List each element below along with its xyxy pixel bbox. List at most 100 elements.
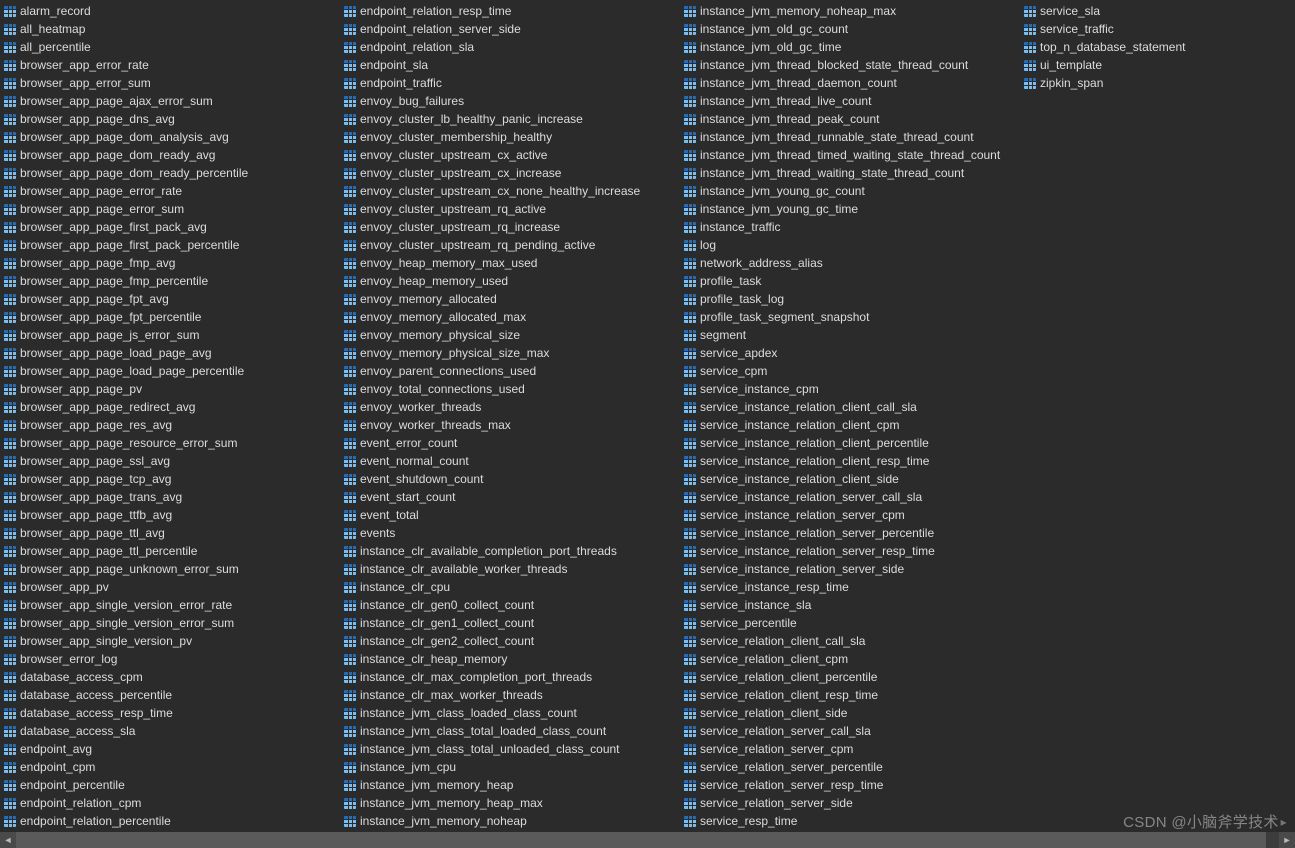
table-item[interactable]: instance_clr_max_worker_threads [344,686,680,704]
table-item[interactable]: service_instance_relation_server_resp_ti… [684,542,1020,560]
table-item[interactable]: envoy_cluster_upstream_cx_none_healthy_i… [344,182,680,200]
table-item[interactable]: browser_app_page_ttl_percentile [4,542,340,560]
table-item[interactable]: browser_app_page_dom_analysis_avg [4,128,340,146]
table-item[interactable]: database_access_resp_time [4,704,340,722]
table-item[interactable]: service_relation_client_percentile [684,668,1020,686]
table-item[interactable]: browser_app_page_error_sum [4,200,340,218]
table-item[interactable]: browser_app_single_version_error_sum [4,614,340,632]
table-item[interactable]: database_access_sla [4,722,340,740]
table-item[interactable]: browser_app_page_redirect_avg [4,398,340,416]
table-item[interactable]: browser_app_single_version_error_rate [4,596,340,614]
table-item[interactable]: instance_clr_cpu [344,578,680,596]
table-item[interactable]: instance_jvm_class_total_loaded_class_co… [344,722,680,740]
table-item[interactable]: envoy_cluster_upstream_cx_increase [344,164,680,182]
table-item[interactable]: log [684,236,1020,254]
table-item[interactable]: endpoint_avg [4,740,340,758]
table-item[interactable]: browser_app_page_fpt_avg [4,290,340,308]
table-item[interactable]: service_relation_client_call_sla [684,632,1020,650]
table-item[interactable]: envoy_heap_memory_max_used [344,254,680,272]
table-item[interactable]: browser_app_page_first_pack_avg [4,218,340,236]
table-item[interactable]: endpoint_relation_percentile [4,812,340,830]
table-item[interactable]: service_sla [1024,2,1295,20]
table-item[interactable]: service_relation_client_resp_time [684,686,1020,704]
table-item[interactable]: instance_jvm_thread_timed_waiting_state_… [684,146,1020,164]
table-item[interactable]: envoy_bug_failures [344,92,680,110]
table-item[interactable]: event_normal_count [344,452,680,470]
table-item[interactable]: browser_app_page_error_rate [4,182,340,200]
table-item[interactable]: service_relation_server_percentile [684,758,1020,776]
table-item[interactable]: browser_app_page_tcp_avg [4,470,340,488]
table-item[interactable]: endpoint_traffic [344,74,680,92]
table-item[interactable]: service_instance_relation_client_call_sl… [684,398,1020,416]
table-item[interactable]: service_relation_client_side [684,704,1020,722]
table-item[interactable]: instance_clr_available_completion_port_t… [344,542,680,560]
table-item[interactable]: instance_clr_gen2_collect_count [344,632,680,650]
table-item[interactable]: events [344,524,680,542]
scroll-track[interactable] [16,832,1279,848]
table-item[interactable]: network_address_alias [684,254,1020,272]
table-item[interactable]: browser_app_page_ajax_error_sum [4,92,340,110]
table-item[interactable]: envoy_parent_connections_used [344,362,680,380]
table-item[interactable]: instance_jvm_cpu [344,758,680,776]
scroll-left-button[interactable]: ◄ [0,832,16,848]
table-item[interactable]: browser_app_page_dom_ready_avg [4,146,340,164]
table-item[interactable]: envoy_cluster_upstream_rq_increase [344,218,680,236]
table-item[interactable]: service_instance_relation_client_percent… [684,434,1020,452]
table-item[interactable]: envoy_cluster_upstream_cx_active [344,146,680,164]
table-item[interactable]: envoy_cluster_upstream_rq_active [344,200,680,218]
table-item[interactable]: service_relation_server_call_sla [684,722,1020,740]
table-item[interactable]: service_instance_relation_client_resp_ti… [684,452,1020,470]
table-item[interactable]: service_instance_relation_server_cpm [684,506,1020,524]
table-item[interactable]: profile_task_segment_snapshot [684,308,1020,326]
table-item[interactable]: instance_jvm_old_gc_time [684,38,1020,56]
table-item[interactable]: envoy_memory_allocated [344,290,680,308]
table-item[interactable]: browser_app_error_rate [4,56,340,74]
table-item[interactable]: instance_jvm_memory_noheap [344,812,680,830]
table-item[interactable]: browser_app_page_js_error_sum [4,326,340,344]
table-item[interactable]: instance_jvm_thread_waiting_state_thread… [684,164,1020,182]
table-item[interactable]: endpoint_relation_sla [344,38,680,56]
table-item[interactable]: event_total [344,506,680,524]
table-item[interactable]: endpoint_sla [344,56,680,74]
table-item[interactable]: browser_app_page_unknown_error_sum [4,560,340,578]
table-item[interactable]: envoy_worker_threads_max [344,416,680,434]
table-item[interactable]: envoy_memory_physical_size_max [344,344,680,362]
table-item[interactable]: service_instance_relation_client_cpm [684,416,1020,434]
table-item[interactable]: service_relation_server_side [684,794,1020,812]
table-item[interactable]: service_instance_cpm [684,380,1020,398]
table-item[interactable]: service_instance_sla [684,596,1020,614]
table-item[interactable]: database_access_cpm [4,668,340,686]
table-item[interactable]: zipkin_span [1024,74,1295,92]
table-item[interactable]: segment [684,326,1020,344]
table-item[interactable]: instance_jvm_thread_runnable_state_threa… [684,128,1020,146]
table-item[interactable]: instance_jvm_thread_peak_count [684,110,1020,128]
table-item[interactable]: browser_app_page_first_pack_percentile [4,236,340,254]
table-item[interactable]: instance_traffic [684,218,1020,236]
table-item[interactable]: ui_template [1024,56,1295,74]
scroll-right-button[interactable]: ► [1279,832,1295,848]
table-item[interactable]: browser_app_page_resource_error_sum [4,434,340,452]
table-item[interactable]: browser_app_single_version_pv [4,632,340,650]
table-item[interactable]: event_error_count [344,434,680,452]
table-item[interactable]: envoy_worker_threads [344,398,680,416]
table-item[interactable]: alarm_record [4,2,340,20]
table-item[interactable]: service_relation_server_resp_time [684,776,1020,794]
table-item[interactable]: instance_jvm_old_gc_count [684,20,1020,38]
table-item[interactable]: browser_app_page_dns_avg [4,110,340,128]
table-item[interactable]: endpoint_relation_server_side [344,20,680,38]
table-item[interactable]: browser_app_page_fmp_avg [4,254,340,272]
table-item[interactable]: browser_app_page_ssl_avg [4,452,340,470]
table-item[interactable]: event_start_count [344,488,680,506]
table-item[interactable]: event_shutdown_count [344,470,680,488]
table-item[interactable]: service_instance_relation_server_call_sl… [684,488,1020,506]
table-item[interactable]: endpoint_relation_resp_time [344,2,680,20]
table-item[interactable]: envoy_cluster_membership_healthy [344,128,680,146]
table-item[interactable]: instance_clr_gen0_collect_count [344,596,680,614]
table-item[interactable]: service_apdex [684,344,1020,362]
table-item[interactable]: instance_jvm_thread_blocked_state_thread… [684,56,1020,74]
table-item[interactable]: instance_jvm_young_gc_time [684,200,1020,218]
table-item[interactable]: instance_jvm_thread_live_count [684,92,1020,110]
table-item[interactable]: database_access_percentile [4,686,340,704]
table-item[interactable]: service_cpm [684,362,1020,380]
table-item[interactable]: browser_app_page_load_page_percentile [4,362,340,380]
